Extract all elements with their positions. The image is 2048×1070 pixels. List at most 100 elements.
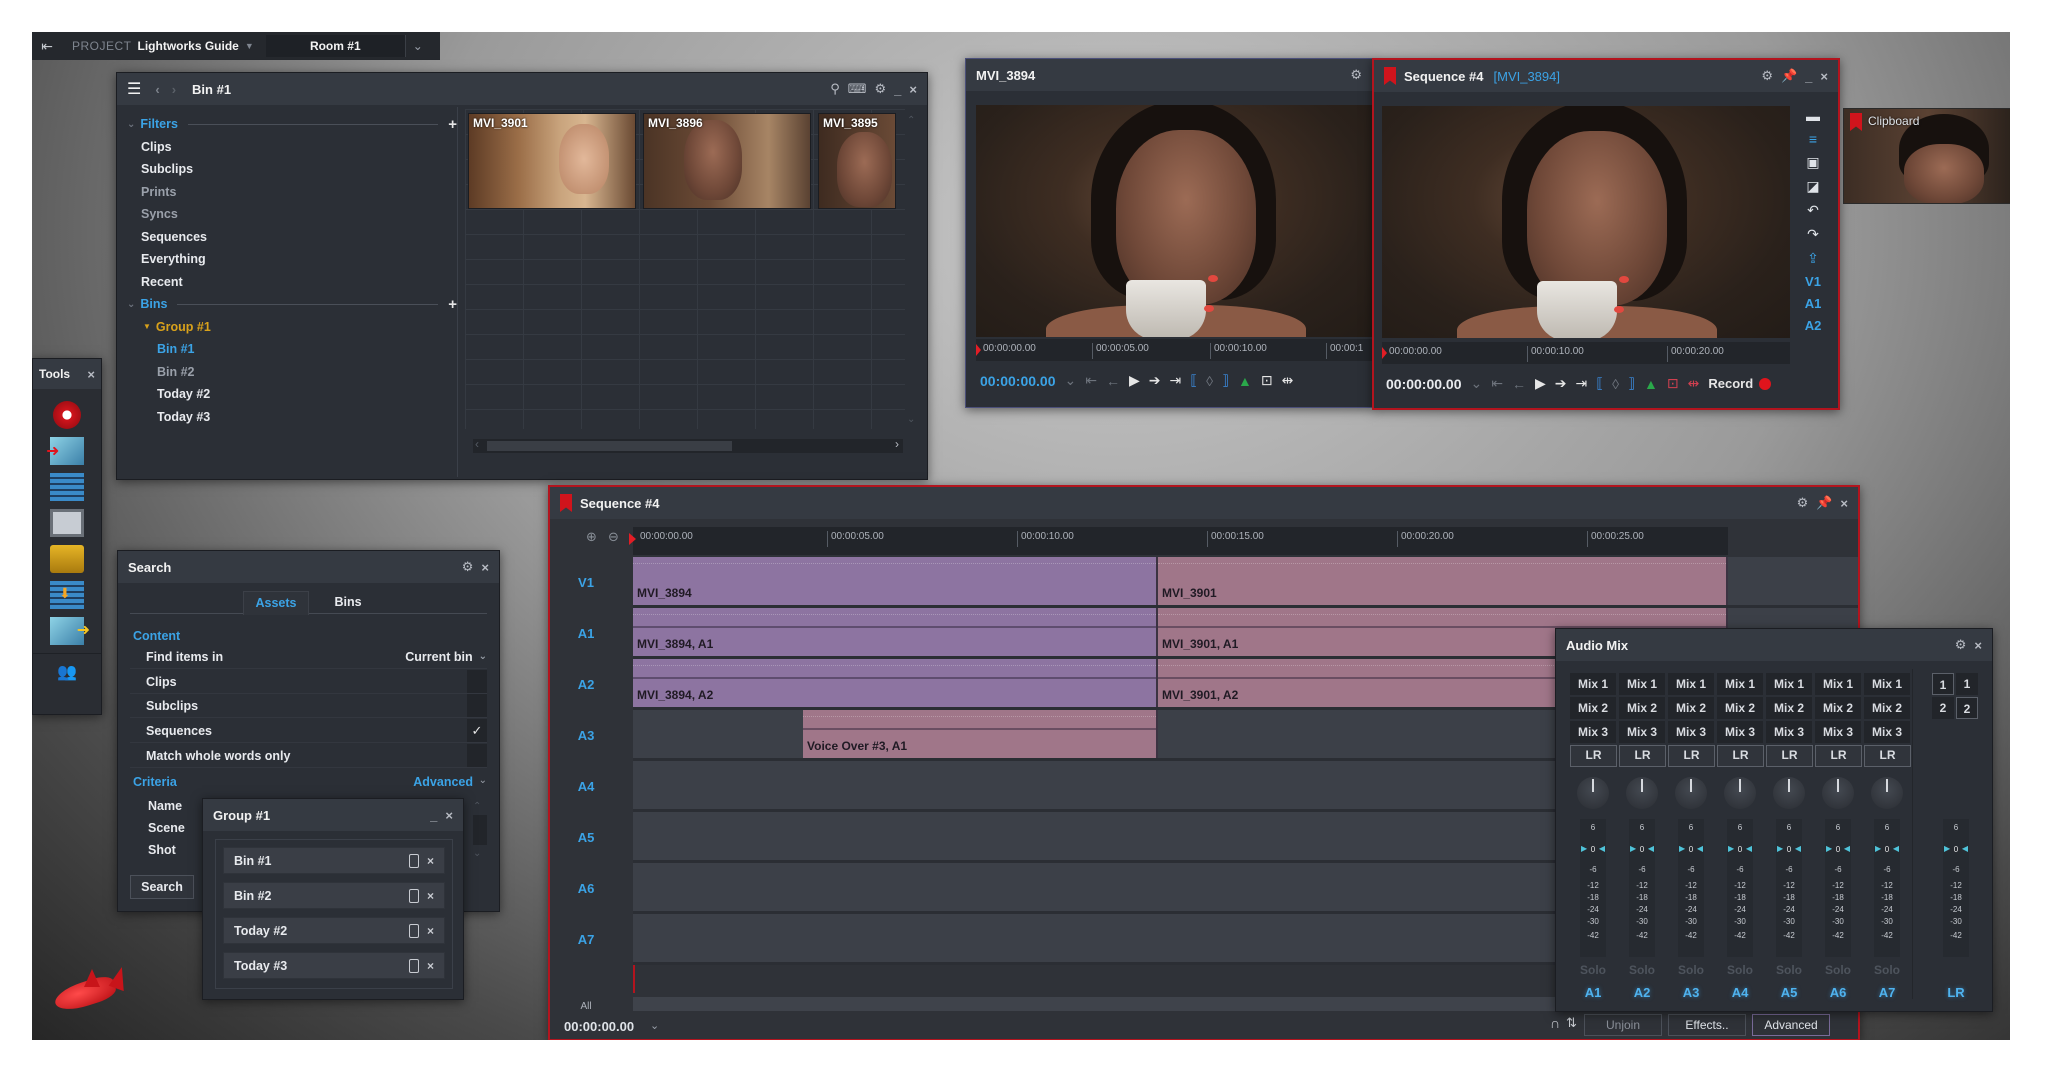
- filters-header[interactable]: ⌄ Filters +: [127, 113, 457, 136]
- headphones-icon[interactable]: ∩: [1550, 1015, 1560, 1031]
- step-back-icon[interactable]: ←: [1512, 376, 1526, 392]
- channel-label-a3[interactable]: A3: [1671, 985, 1711, 1000]
- timeline-clip[interactable]: MVI_3894, A1: [633, 608, 1158, 656]
- fader-handle-right-icon[interactable]: ◀: [1746, 844, 1752, 853]
- subclips-checkbox[interactable]: [467, 694, 487, 717]
- group-bin-item[interactable]: Today #3 ×: [223, 952, 445, 979]
- add-filter-icon[interactable]: +: [448, 116, 457, 133]
- volume-fader[interactable]: 6 0 -6 -12 -18 -24 -30 -42 ▶ ◀: [1580, 819, 1606, 957]
- cue-icon[interactable]: ▲: [1644, 376, 1658, 392]
- mix-bus-button[interactable]: Mix 1: [1570, 673, 1616, 695]
- fader-handle-right-icon[interactable]: ◀: [1893, 844, 1899, 853]
- project-name[interactable]: Lightworks Guide: [138, 39, 239, 53]
- mark-out-icon[interactable]: ⟧: [1222, 372, 1229, 389]
- volume-fader[interactable]: 6 0 -6 -12 -18 -24 -30 -42 ▶ ◀: [1874, 819, 1900, 957]
- gear-icon[interactable]: ⚙: [462, 559, 474, 575]
- pan-knob[interactable]: [1822, 777, 1854, 809]
- mix-bus-button[interactable]: Mix 3: [1619, 721, 1665, 743]
- export-icon[interactable]: ➜: [50, 617, 90, 645]
- volume-fader[interactable]: 6 0 -6 -12 -18 -24 -30 -42 ▶ ◀: [1776, 819, 1802, 957]
- zoom-in-icon[interactable]: ⊕: [586, 529, 597, 545]
- play-icon[interactable]: ▶: [1535, 375, 1546, 392]
- scrollbar-thumb[interactable]: [487, 441, 732, 451]
- remove-icon[interactable]: ×: [427, 924, 434, 938]
- volume-fader[interactable]: 6 0 -6 -12 -18 -24 -30 -42 ▶ ◀: [1825, 819, 1851, 957]
- mix-bus-button[interactable]: Mix 3: [1570, 721, 1616, 743]
- lr-bus-button[interactable]: LR: [1864, 745, 1911, 767]
- thumbnail-mvi-3895[interactable]: MVI_3895: [818, 113, 896, 209]
- gear-icon[interactable]: ⚙: [875, 81, 887, 97]
- remove-icon[interactable]: ×: [427, 959, 434, 973]
- tree-group[interactable]: ▼ Group #1: [127, 316, 457, 339]
- output-1-1[interactable]: 1: [1932, 673, 1954, 695]
- output-1-2[interactable]: 1: [1956, 673, 1978, 695]
- fader-handle-left-icon[interactable]: ▶: [1679, 844, 1685, 853]
- group-bin-item[interactable]: Bin #2 ×: [223, 882, 445, 909]
- playhead[interactable]: [629, 533, 636, 545]
- group-bin-item[interactable]: Today #2 ×: [223, 917, 445, 944]
- mix-bus-button[interactable]: Mix 1: [1864, 673, 1910, 695]
- keyboard-icon[interactable]: [50, 509, 84, 537]
- go-to-end-icon[interactable]: ⇥: [1170, 372, 1182, 389]
- zoom-out-icon[interactable]: ⊖: [608, 529, 619, 545]
- lr-bus-button[interactable]: LR: [1766, 745, 1813, 767]
- cue-icon[interactable]: ▲: [1238, 373, 1252, 389]
- effects-button[interactable]: Effects..: [1668, 1014, 1746, 1036]
- go-to-start-icon[interactable]: ⇤: [1085, 372, 1097, 389]
- track-header-a5[interactable]: A5: [550, 830, 622, 845]
- go-to-start-icon[interactable]: ⇤: [1491, 375, 1503, 392]
- record-dot-icon[interactable]: [1759, 377, 1772, 390]
- open-bin-icon[interactable]: [408, 888, 419, 903]
- mix-bus-button[interactable]: Mix 2: [1766, 697, 1812, 719]
- pin-icon[interactable]: 📌: [1781, 68, 1797, 84]
- lr-bus-button[interactable]: LR: [1570, 745, 1617, 767]
- mix-bus-button[interactable]: Mix 2: [1717, 697, 1763, 719]
- criteria-scrollbar[interactable]: ⌃ ⌄: [473, 801, 487, 861]
- room-selector[interactable]: Room #1: [265, 35, 406, 57]
- mark-in-icon[interactable]: ⟦: [1190, 372, 1197, 389]
- tab-bins[interactable]: Bins: [318, 591, 378, 615]
- minimize-icon[interactable]: _: [1805, 69, 1812, 84]
- track-header-a7[interactable]: A7: [550, 932, 622, 947]
- bins-header[interactable]: ⌄ Bins +: [127, 293, 457, 316]
- second-monitor-icon[interactable]: ◪: [1806, 178, 1819, 195]
- fader-handle[interactable]: ▶ ◀: [1678, 844, 1704, 853]
- fader-handle[interactable]: ▶ ◀: [1580, 844, 1606, 853]
- solo-button[interactable]: Solo: [1818, 963, 1858, 977]
- timeline-ruler[interactable]: 00:00:00.00 00:00:05.00 00:00:10.00 00:00:1…: [629, 527, 1728, 555]
- channel-label-a7[interactable]: A7: [1867, 985, 1907, 1000]
- thumbnail-mvi-3896[interactable]: MVI_3896: [643, 113, 811, 209]
- advanced-button[interactable]: Advanced: [1752, 1014, 1830, 1036]
- pan-knob[interactable]: [1626, 777, 1658, 809]
- mix-bus-button[interactable]: Mix 3: [1864, 721, 1910, 743]
- add-bin-icon[interactable]: +: [448, 296, 457, 313]
- filter-everything[interactable]: Everything: [127, 248, 457, 271]
- record-ruler[interactable]: 00:00:00.00 00:00:10.00 00:00:20.00: [1382, 342, 1790, 364]
- fader-handle-right-icon[interactable]: ◀: [1599, 844, 1605, 853]
- solo-button[interactable]: Solo: [1622, 963, 1662, 977]
- mark-out-icon[interactable]: ⟧: [1628, 375, 1635, 392]
- close-icon[interactable]: ×: [445, 808, 453, 823]
- lr-bus-button[interactable]: LR: [1619, 745, 1666, 767]
- horizontal-scrollbar[interactable]: ‹ ›: [473, 437, 903, 453]
- forward-icon[interactable]: ›: [172, 82, 176, 97]
- fader-handle[interactable]: ▶ ◀: [1727, 844, 1753, 853]
- batch-icon[interactable]: ⬇: [50, 581, 84, 609]
- menu-icon[interactable]: ☰: [127, 79, 141, 99]
- fader-handle[interactable]: ▶ ◀: [1943, 844, 1969, 853]
- gear-icon[interactable]: ⚙: [1797, 495, 1809, 511]
- full-screen-icon[interactable]: ▣: [1806, 154, 1819, 171]
- track-header-a1[interactable]: A1: [550, 626, 622, 641]
- track-header-a3[interactable]: A3: [550, 728, 622, 743]
- filter-sequences[interactable]: Sequences: [127, 226, 457, 249]
- timeline-clip[interactable]: Voice Over #3, A1: [803, 710, 1158, 758]
- mix-bus-button[interactable]: Mix 1: [1668, 673, 1714, 695]
- track-header-a2[interactable]: A2: [550, 677, 622, 692]
- source-video-frame[interactable]: [976, 105, 1372, 337]
- lr-bus-button[interactable]: LR: [1815, 745, 1862, 767]
- tracks-icon[interactable]: ≡: [1809, 131, 1817, 147]
- mix-bus-button[interactable]: Mix 2: [1619, 697, 1665, 719]
- remove-icon[interactable]: ⊡: [1667, 375, 1679, 392]
- chevron-down-icon[interactable]: ⌄: [479, 775, 487, 786]
- search-icon[interactable]: ⚲: [830, 81, 840, 97]
